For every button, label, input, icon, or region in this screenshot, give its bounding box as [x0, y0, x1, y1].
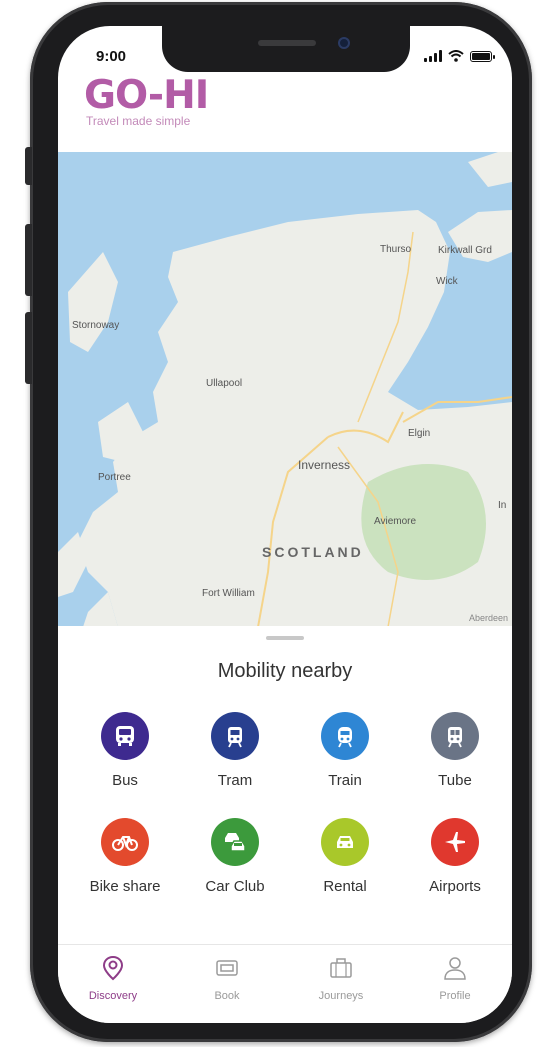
- map-label: Stornoway: [72, 320, 120, 331]
- bus-icon: [101, 712, 149, 760]
- earpiece-speaker: [258, 40, 316, 46]
- plane-icon: [431, 818, 479, 866]
- map-label: Wick: [436, 276, 458, 287]
- device-notch: [162, 26, 410, 72]
- battery-icon: [470, 51, 495, 62]
- app-screen: 9:00 GO-HI Travel made simple Thurso Kir…: [58, 26, 512, 1023]
- status-icons: [424, 50, 495, 62]
- ticket-icon: [216, 960, 238, 976]
- map-label: In: [498, 500, 507, 511]
- mobility-title: Mobility nearby: [217, 660, 353, 682]
- tab-label: Profile: [439, 990, 471, 1002]
- tab-label: Book: [214, 990, 240, 1002]
- cellular-signal-icon: [424, 50, 442, 62]
- mode-label: Tube: [438, 772, 472, 789]
- car-club-icon: [211, 818, 259, 866]
- mode-airports-button[interactable]: Airports: [400, 818, 510, 895]
- map-label: Inverness: [298, 458, 351, 472]
- mode-label: Train: [328, 772, 362, 789]
- logo-tagline: Travel made simple: [86, 114, 191, 128]
- map-label: Elgin: [408, 428, 431, 439]
- mode-tube-button[interactable]: Tube: [400, 712, 510, 789]
- volume-down-button: [25, 312, 32, 384]
- user-icon: [444, 957, 466, 980]
- tab-label: Discovery: [88, 990, 138, 1002]
- bike-icon: [101, 818, 149, 866]
- briefcase-icon: [330, 958, 352, 978]
- map-label-region: SCOTLAND: [262, 544, 364, 560]
- map-label: Aviemore: [374, 516, 417, 527]
- map-label: Fort William: [202, 588, 255, 599]
- tab-journeys[interactable]: Journeys: [286, 953, 396, 1002]
- mode-label: Car Club: [205, 878, 265, 895]
- tab-discovery[interactable]: Discovery: [58, 953, 168, 1002]
- mode-bike-share-button[interactable]: Bike share: [70, 818, 180, 895]
- logo-wordmark: GO-HI: [84, 73, 209, 118]
- mode-bus-button[interactable]: Bus: [70, 712, 180, 789]
- map-label: Portree: [98, 472, 131, 483]
- mobility-sheet: Mobility nearby Bus Tram Train Tube Bike…: [58, 626, 512, 946]
- map-label: Thurso: [380, 244, 412, 255]
- location-search-icon: [102, 955, 124, 981]
- rental-car-icon: [321, 818, 369, 866]
- mode-rental-button[interactable]: Rental: [290, 818, 400, 895]
- bottom-tab-bar: Discovery Book Journeys Profile: [58, 944, 512, 1023]
- map-view[interactable]: Thurso Kirkwall Grd Wick Stornoway Ullap…: [58, 152, 512, 627]
- wifi-icon: [448, 50, 464, 62]
- mode-label: Rental: [323, 878, 367, 895]
- front-camera: [338, 37, 350, 49]
- tab-profile[interactable]: Profile: [400, 953, 510, 1002]
- train-icon: [321, 712, 369, 760]
- map-label: Ullapool: [206, 378, 243, 389]
- mode-label: Airports: [429, 878, 481, 895]
- mode-tram-button[interactable]: Tram: [180, 712, 290, 789]
- volume-up-button: [25, 224, 32, 296]
- tab-label: Journeys: [318, 990, 364, 1002]
- status-time: 9:00: [96, 48, 127, 65]
- mute-switch: [25, 147, 32, 185]
- mode-label: Bike share: [89, 878, 161, 895]
- tube-icon: [431, 712, 479, 760]
- mode-car-club-button[interactable]: Car Club: [180, 818, 290, 895]
- mode-label: Bus: [112, 772, 138, 789]
- mode-label: Tram: [217, 772, 253, 789]
- sheet-drag-handle[interactable]: [266, 636, 304, 640]
- map-attribution: Aberdeen: [468, 613, 508, 623]
- mode-train-button[interactable]: Train: [290, 712, 400, 789]
- tab-book[interactable]: Book: [172, 953, 282, 1002]
- map-label: Kirkwall Grd: [438, 245, 492, 256]
- brand-logo: GO-HI Travel made simple: [84, 73, 209, 129]
- tram-icon: [211, 712, 259, 760]
